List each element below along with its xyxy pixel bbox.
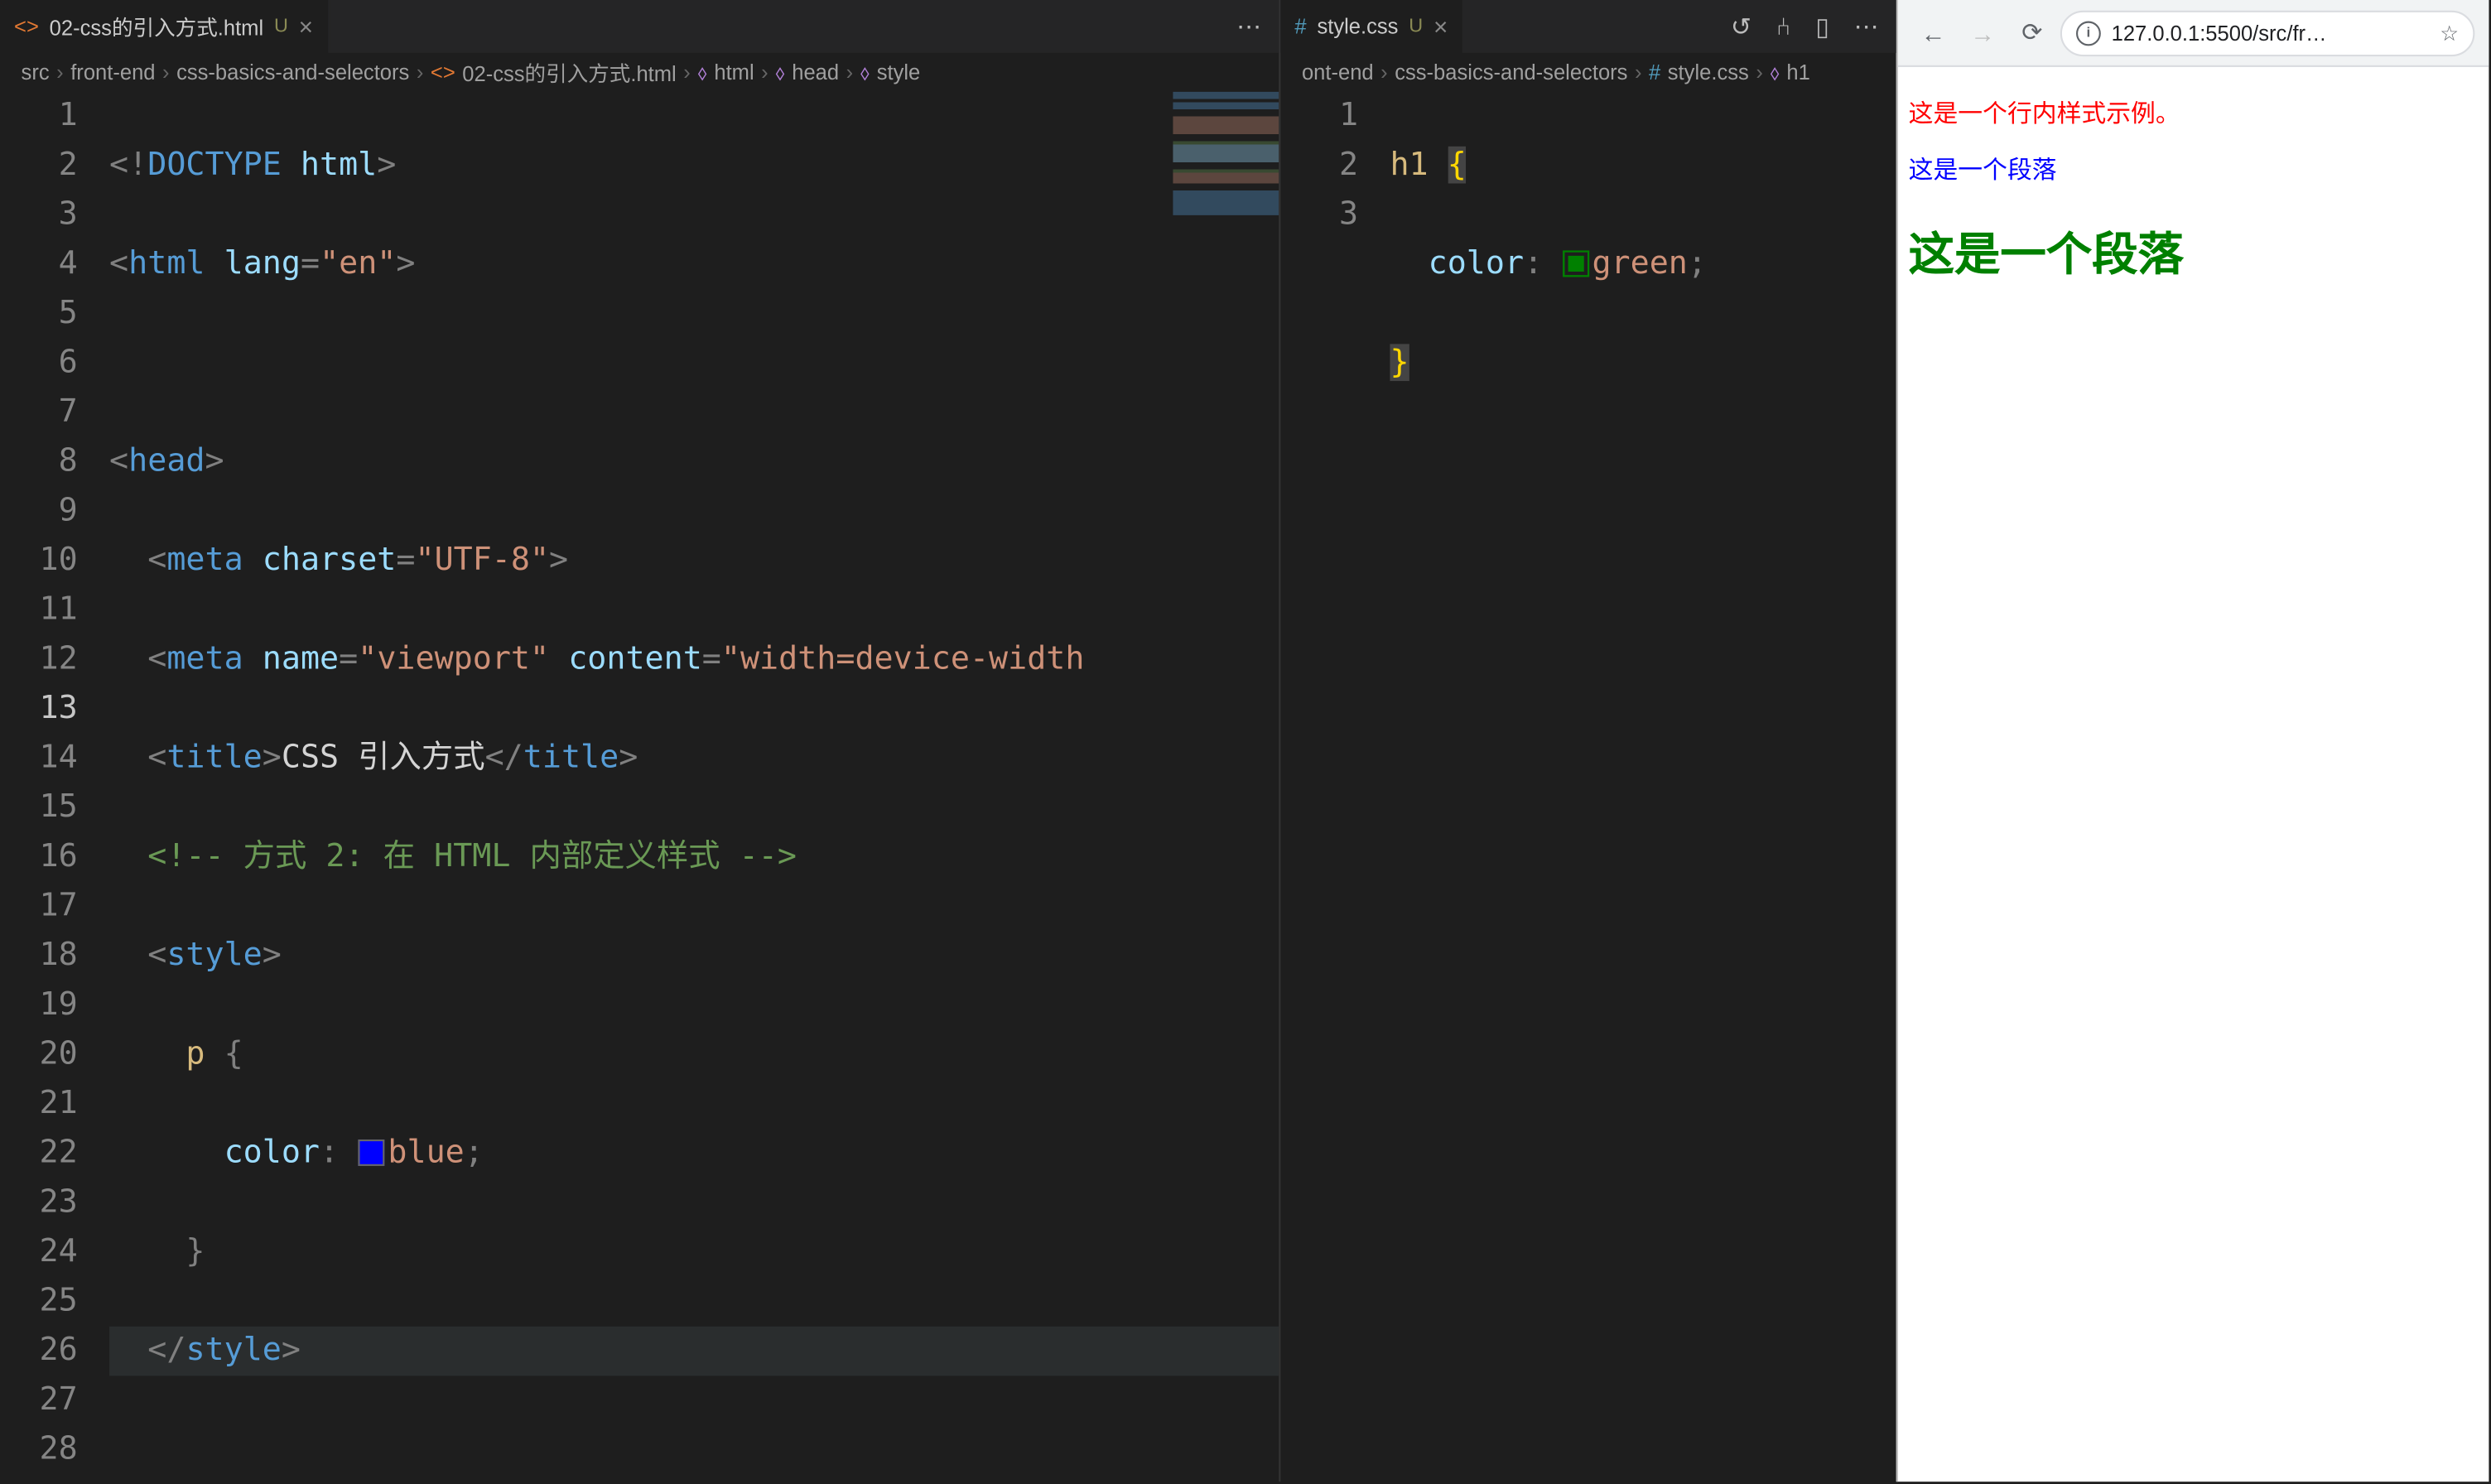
tab-actions: ↺ ⑃ ▯ ⋯: [1713, 12, 1896, 41]
color-swatch-icon: [358, 1140, 384, 1166]
split-editor-icon[interactable]: ▯: [1815, 12, 1828, 41]
url-text: 127.0.0.1:5500/src/fr…: [2112, 20, 2327, 45]
more-actions-icon[interactable]: ⋯: [1854, 12, 1879, 41]
tab-label: 02-css的引入方式.html: [50, 12, 263, 41]
breadcrumb[interactable]: src› front-end› css-basics-and-selectors…: [0, 53, 1279, 92]
line-gutter: 1234567891011121314151617181920212223242…: [0, 92, 109, 1482]
code-body[interactable]: h1 { color: green; }: [1390, 92, 1896, 1482]
symbol-icon: ⬨: [1770, 59, 1780, 85]
preview-p2: 这是一个段落: [1909, 152, 2479, 187]
nav-back-icon[interactable]: ←: [1912, 18, 1954, 46]
nav-forward-icon[interactable]: →: [1962, 18, 2004, 46]
tab-actions: ⋯: [1219, 12, 1279, 41]
symbol-icon: ⬨: [697, 59, 707, 85]
html-icon: <>: [431, 60, 455, 84]
git-status: U: [1409, 16, 1423, 37]
browser-viewport[interactable]: 这是一个行内样式示例。 这是一个段落 这是一个段落: [1898, 67, 2489, 1482]
browser-preview: ← → ⟳ i 127.0.0.1:5500/src/fr… ☆ 这是一个行内样…: [1896, 0, 2489, 1482]
reload-icon[interactable]: ⟳: [2011, 17, 2053, 47]
bookmark-icon[interactable]: ☆: [2440, 20, 2459, 45]
url-bar[interactable]: i 127.0.0.1:5500/src/fr… ☆: [2060, 10, 2475, 55]
css-icon: #: [1294, 14, 1306, 39]
more-actions-icon[interactable]: ⋯: [1236, 12, 1261, 41]
diff-icon[interactable]: ⑃: [1776, 12, 1791, 41]
git-status: U: [274, 16, 288, 37]
css-icon: #: [1649, 60, 1660, 84]
code-editor[interactable]: 123 h1 { color: green; }: [1280, 92, 1896, 1482]
editor-pane-right: # style.css U × ↺ ⑃ ▯ ⋯ ont-end› css-bas…: [1280, 0, 1896, 1482]
site-info-icon[interactable]: i: [2076, 20, 2101, 45]
color-swatch-icon: [1562, 250, 1588, 277]
breadcrumb[interactable]: ont-end› css-basics-and-selectors› #styl…: [1280, 53, 1896, 92]
symbol-icon: ⬨: [860, 59, 870, 85]
preview-h1: 这是一个段落: [1909, 219, 2479, 284]
preview-p1: 这是一个行内样式示例。: [1909, 95, 2479, 131]
tab-html-file[interactable]: <> 02-css的引入方式.html U ×: [0, 0, 329, 53]
editor-pane-left: <> 02-css的引入方式.html U × ⋯ src› front-end…: [0, 0, 1280, 1482]
tab-bar: <> 02-css的引入方式.html U × ⋯: [0, 0, 1279, 53]
html-icon: <>: [14, 14, 39, 39]
browser-toolbar: ← → ⟳ i 127.0.0.1:5500/src/fr… ☆: [1898, 0, 2489, 67]
tab-label: style.css: [1317, 14, 1398, 39]
close-icon[interactable]: ×: [299, 14, 313, 39]
tab-css-file[interactable]: # style.css U ×: [1280, 0, 1463, 53]
line-gutter: 123: [1280, 92, 1390, 1482]
code-editor[interactable]: 1234567891011121314151617181920212223242…: [0, 92, 1279, 1482]
symbol-icon: ⬨: [775, 59, 785, 85]
tab-bar: # style.css U × ↺ ⑃ ▯ ⋯: [1280, 0, 1896, 53]
go-back-icon[interactable]: ↺: [1731, 12, 1751, 41]
close-icon[interactable]: ×: [1433, 14, 1448, 39]
code-body[interactable]: <!DOCTYPE html> <html lang="en"> <head> …: [109, 92, 1279, 1482]
